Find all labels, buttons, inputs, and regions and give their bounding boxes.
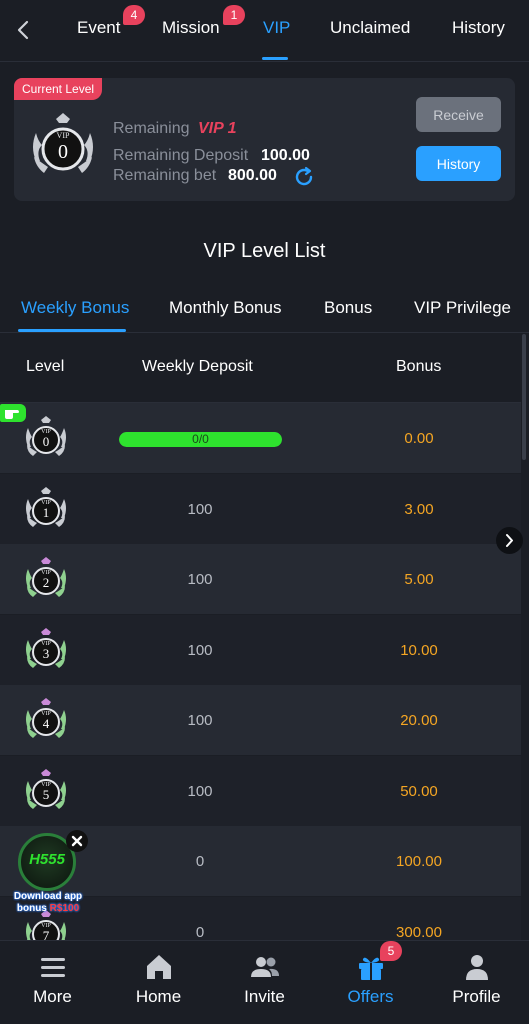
- bonus-value: 0.00: [404, 430, 434, 447]
- weekly-deposit-value: 100: [187, 641, 213, 659]
- history-button[interactable]: History: [416, 146, 501, 181]
- badge-level-number: 3: [43, 646, 50, 661]
- bonus-value: 20.00: [400, 712, 438, 729]
- nav-profile-label: Profile: [452, 987, 501, 1006]
- remaining-vip-level: VIP 1: [198, 120, 237, 137]
- header-bonus: Bonus: [396, 358, 442, 375]
- download-app-text: Download app: [13, 891, 83, 902]
- nav-invite-label: Invite: [244, 987, 285, 1006]
- weekly-deposit-value: 100: [187, 782, 213, 800]
- nav-offers[interactable]: 5 Offers: [318, 941, 423, 1024]
- event-badge: 4: [123, 5, 145, 25]
- tab-mission[interactable]: Mission: [162, 18, 220, 38]
- nav-more[interactable]: More: [0, 941, 105, 1024]
- bonus-value: 3.00: [404, 500, 434, 518]
- mission-badge: 1: [223, 5, 245, 25]
- home-icon: [147, 955, 171, 979]
- bottom-nav: More Home Invite 5 Offers Profile: [0, 940, 529, 1024]
- table-row: VIP 2 100 5.00: [0, 544, 521, 614]
- current-level-tag: Current Level: [14, 78, 103, 100]
- bonus-value: 10.00: [400, 641, 438, 659]
- tab-history[interactable]: History: [452, 18, 505, 38]
- remaining-deposit-label: Remaining Deposit: [113, 147, 249, 164]
- tab-vip[interactable]: VIP: [263, 18, 290, 38]
- table-row: VIP 5 100 50.00: [0, 755, 521, 826]
- bonus-value: 300.00: [396, 923, 442, 941]
- nav-home[interactable]: Home: [106, 941, 211, 1024]
- download-bonus-text: bonus R$100: [16, 903, 80, 914]
- vip-badge-icon: VIP 0: [33, 113, 93, 173]
- close-button[interactable]: [66, 830, 88, 852]
- nav-profile[interactable]: Profile: [424, 941, 529, 1024]
- svg-text:VIP: VIP: [57, 131, 70, 140]
- remaining-bet-label: Remaining bet: [113, 167, 217, 184]
- tab-unclaimed[interactable]: Unclaimed: [330, 18, 410, 38]
- subtab-monthly-bonus[interactable]: Monthly Bonus: [169, 298, 281, 318]
- scroll-right-button[interactable]: [496, 527, 523, 554]
- chevron-right-icon: [506, 534, 513, 547]
- active-tab-indicator: [262, 57, 288, 60]
- back-arrow-icon[interactable]: [12, 18, 36, 42]
- tab-event[interactable]: Event: [77, 18, 120, 38]
- remaining-label: Remaining: [113, 120, 190, 137]
- vip-level-badge-icon: VIP0: [26, 416, 66, 456]
- svg-text:0: 0: [58, 141, 68, 163]
- app-logo-text: H555: [29, 851, 65, 868]
- scrollbar[interactable]: [522, 334, 526, 460]
- refresh-icon[interactable]: [293, 166, 315, 188]
- bonus-value: 5.00: [404, 571, 434, 588]
- vip-level-badge-icon: VIP1: [26, 486, 66, 527]
- remaining-deposit-value: 100.00: [261, 147, 310, 164]
- bonus-value: 50.00: [400, 782, 438, 800]
- users-icon: [251, 957, 279, 977]
- deposit-progress-bar: 0/0: [119, 432, 282, 447]
- vip-level-badge-icon: VIP4: [26, 698, 66, 738]
- nav-more-label: More: [33, 987, 72, 1006]
- table-row: VIP 1 100 3.00: [0, 473, 521, 544]
- weekly-deposit-value: 100: [187, 712, 213, 729]
- subtab-bonus[interactable]: Bonus: [324, 298, 372, 318]
- weekly-deposit-value: 0: [195, 923, 205, 941]
- badge-level-number: 4: [43, 716, 50, 731]
- vip-level-badge-icon: VIP5: [26, 768, 66, 809]
- bonus-value: 100.00: [396, 853, 442, 870]
- profile-icon: [466, 955, 488, 980]
- close-icon: [71, 835, 83, 847]
- nav-invite[interactable]: Invite: [212, 941, 317, 1024]
- weekly-deposit-value: 0: [195, 853, 205, 870]
- vip-level-badge-icon: VIP2: [26, 557, 66, 597]
- nav-home-label: Home: [135, 987, 182, 1006]
- weekly-deposit-value: 100: [187, 500, 213, 518]
- weekly-deposit-value: 100: [187, 571, 213, 588]
- remaining-bet-value: 800.00: [228, 167, 277, 184]
- vip-level-list-title: VIP Level List: [203, 240, 326, 262]
- badge-level-number: 0: [43, 434, 50, 449]
- subtab-weekly-bonus[interactable]: Weekly Bonus: [21, 298, 129, 318]
- header-weekly-deposit: Weekly Deposit: [142, 358, 253, 375]
- badge-level-number: 1: [43, 505, 50, 520]
- header-level: Level: [26, 358, 65, 375]
- menu-icon: [41, 958, 65, 977]
- nav-offers-label: Offers: [347, 987, 394, 1006]
- progress-text: 0/0: [192, 432, 209, 446]
- badge-level-number: 5: [43, 787, 50, 802]
- receive-button[interactable]: Receive: [416, 97, 501, 132]
- table-row: VIP 0 0/0 0.00: [0, 403, 521, 473]
- top-tab-bar: Event 4 Mission 1 VIP Unclaimed History: [0, 0, 529, 62]
- vip-level-badge-icon: VIP3: [26, 627, 66, 668]
- subtab-vip-privilege[interactable]: VIP Privilege: [414, 298, 511, 318]
- pointing-hand-icon: [5, 410, 19, 419]
- badge-level-number: 2: [43, 575, 50, 590]
- download-app-widget[interactable]: H555 Download app bonus R$100: [12, 830, 94, 920]
- offers-badge: 5: [380, 941, 402, 961]
- current-level-pointer: [0, 404, 26, 422]
- table-header: Level Weekly Deposit Bonus: [0, 333, 521, 403]
- table-row: VIP 3 100 10.00: [0, 614, 521, 685]
- table-row: VIP 4 100 20.00: [0, 685, 521, 755]
